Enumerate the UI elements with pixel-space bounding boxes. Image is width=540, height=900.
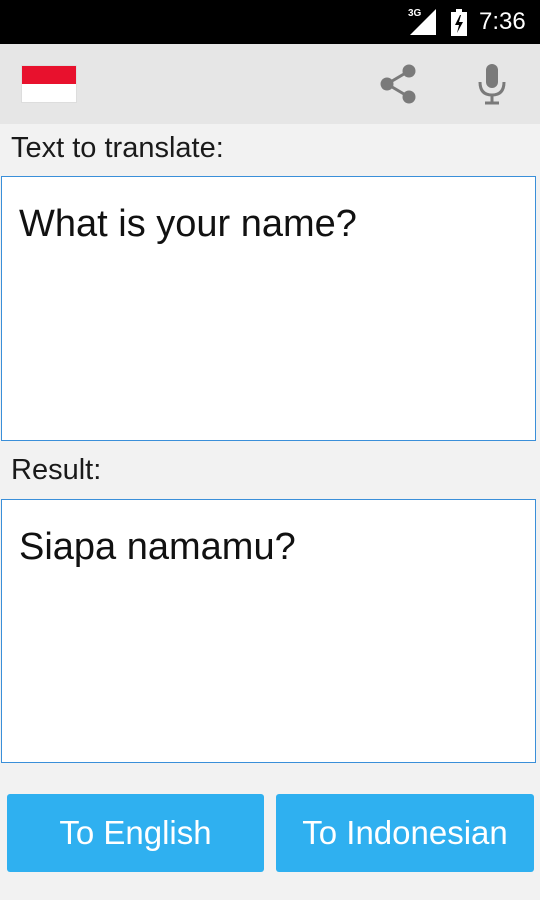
clock: 7:36 [479, 8, 526, 35]
to-indonesian-button[interactable]: To Indonesian [276, 794, 534, 872]
input-text: What is your name? [19, 203, 357, 245]
result-label: Result: [11, 454, 102, 486]
result-text: Siapa namamu? [19, 526, 296, 568]
input-label: Text to translate: [11, 132, 224, 164]
microphone-icon[interactable] [474, 62, 510, 106]
to-english-button[interactable]: To English [7, 794, 264, 872]
indonesia-flag-icon[interactable] [22, 66, 76, 102]
result-field[interactable]: Siapa namamu? [1, 499, 536, 763]
action-bar [0, 44, 540, 124]
status-bar: 3G 7:36 [0, 0, 540, 44]
translate-input[interactable]: What is your name? [1, 176, 536, 441]
signal-icon [410, 9, 436, 35]
share-icon[interactable] [376, 62, 420, 106]
battery-charging-icon [451, 9, 467, 36]
